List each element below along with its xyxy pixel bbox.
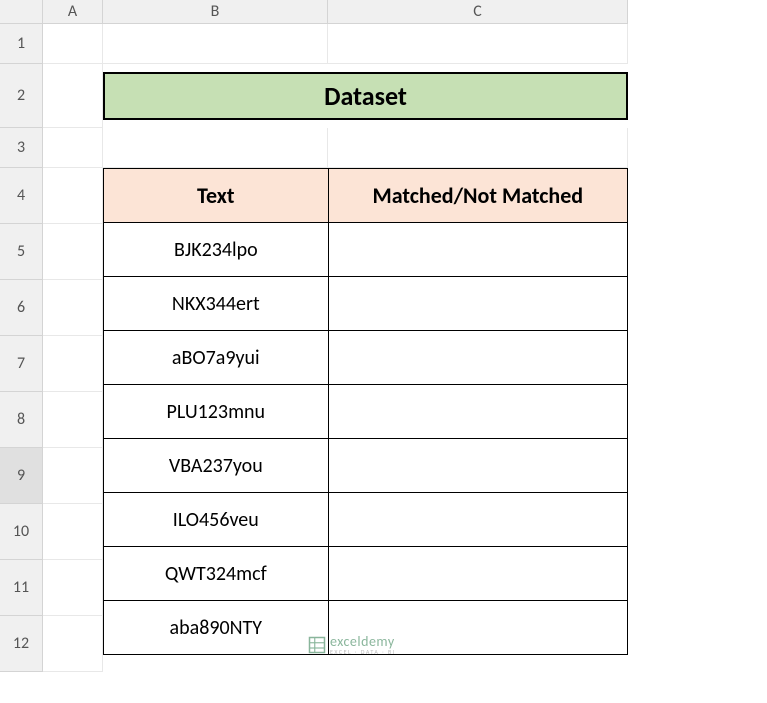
cell-matched[interactable] [328, 493, 627, 547]
col-header-c[interactable]: C [328, 0, 628, 24]
row-header-3[interactable]: 3 [0, 128, 43, 168]
cell-a5[interactable] [43, 224, 103, 280]
row-header-8[interactable]: 8 [0, 392, 43, 448]
header-text[interactable]: Text [104, 169, 329, 223]
row-header-5[interactable]: 5 [0, 224, 43, 280]
table-row: QWT324mcf [104, 547, 628, 601]
row-header-2[interactable]: 2 [0, 64, 43, 128]
watermark-sub: EXCEL · DATA · BI [330, 649, 396, 655]
cell-a8[interactable] [43, 392, 103, 448]
row-header-4[interactable]: 4 [0, 168, 43, 224]
table-row: ILO456veu [104, 493, 628, 547]
cell-a3[interactable] [43, 128, 103, 168]
table-row: NKX344ert [104, 277, 628, 331]
spreadsheet-icon [308, 636, 326, 654]
title-merged-cell[interactable]: Dataset [103, 64, 628, 128]
col-header-a[interactable]: A [43, 0, 103, 24]
cell-text[interactable]: ILO456veu [104, 493, 329, 547]
table-header-row: Text Matched/Not Matched [104, 169, 628, 223]
table-row: aBO7a9yui [104, 331, 628, 385]
cell-matched[interactable] [328, 277, 627, 331]
cell-text[interactable]: aba890NTY [104, 601, 329, 655]
cell-c1[interactable] [328, 24, 628, 64]
cell-text[interactable]: aBO7a9yui [104, 331, 329, 385]
cell-a2[interactable] [43, 64, 103, 128]
cell-matched[interactable] [328, 331, 627, 385]
cell-a9[interactable] [43, 448, 103, 504]
table-row: VBA237you [104, 439, 628, 493]
cell-a6[interactable] [43, 280, 103, 336]
dataset-title: Dataset [103, 72, 628, 120]
watermark: exceldemy EXCEL · DATA · BI [308, 635, 396, 655]
cell-a4[interactable] [43, 168, 103, 224]
row-header-12[interactable]: 12 [0, 616, 43, 672]
data-table: Text Matched/Not Matched BJK234lpo NKX34… [103, 168, 628, 655]
watermark-main: exceldemy [330, 635, 396, 649]
spreadsheet-grid: A B C 1 2 Dataset 3 4 Text Matched/Not M… [0, 0, 767, 672]
cell-a1[interactable] [43, 24, 103, 64]
cell-a11[interactable] [43, 560, 103, 616]
watermark-text: exceldemy EXCEL · DATA · BI [330, 635, 396, 655]
cell-matched[interactable] [328, 439, 627, 493]
cell-c3[interactable] [328, 128, 628, 168]
table-row: BJK234lpo [104, 223, 628, 277]
cell-matched[interactable] [328, 547, 627, 601]
cell-a12[interactable] [43, 616, 103, 672]
cell-b1[interactable] [103, 24, 328, 64]
cell-matched[interactable] [328, 385, 627, 439]
cell-text[interactable]: PLU123mnu [104, 385, 329, 439]
data-table-region: Text Matched/Not Matched BJK234lpo NKX34… [103, 168, 628, 672]
table-row: PLU123mnu [104, 385, 628, 439]
row-header-9[interactable]: 9 [0, 448, 43, 504]
cell-a10[interactable] [43, 504, 103, 560]
cell-text[interactable]: NKX344ert [104, 277, 329, 331]
col-header-b[interactable]: B [103, 0, 328, 24]
row-header-11[interactable]: 11 [0, 560, 43, 616]
row-header-7[interactable]: 7 [0, 336, 43, 392]
cell-text[interactable]: VBA237you [104, 439, 329, 493]
header-matched[interactable]: Matched/Not Matched [328, 169, 627, 223]
row-header-10[interactable]: 10 [0, 504, 43, 560]
cell-matched[interactable] [328, 223, 627, 277]
cell-text[interactable]: QWT324mcf [104, 547, 329, 601]
cell-b3[interactable] [103, 128, 328, 168]
cell-a7[interactable] [43, 336, 103, 392]
cell-text[interactable]: BJK234lpo [104, 223, 329, 277]
select-all-corner[interactable] [0, 0, 43, 24]
row-header-1[interactable]: 1 [0, 24, 43, 64]
row-header-6[interactable]: 6 [0, 280, 43, 336]
